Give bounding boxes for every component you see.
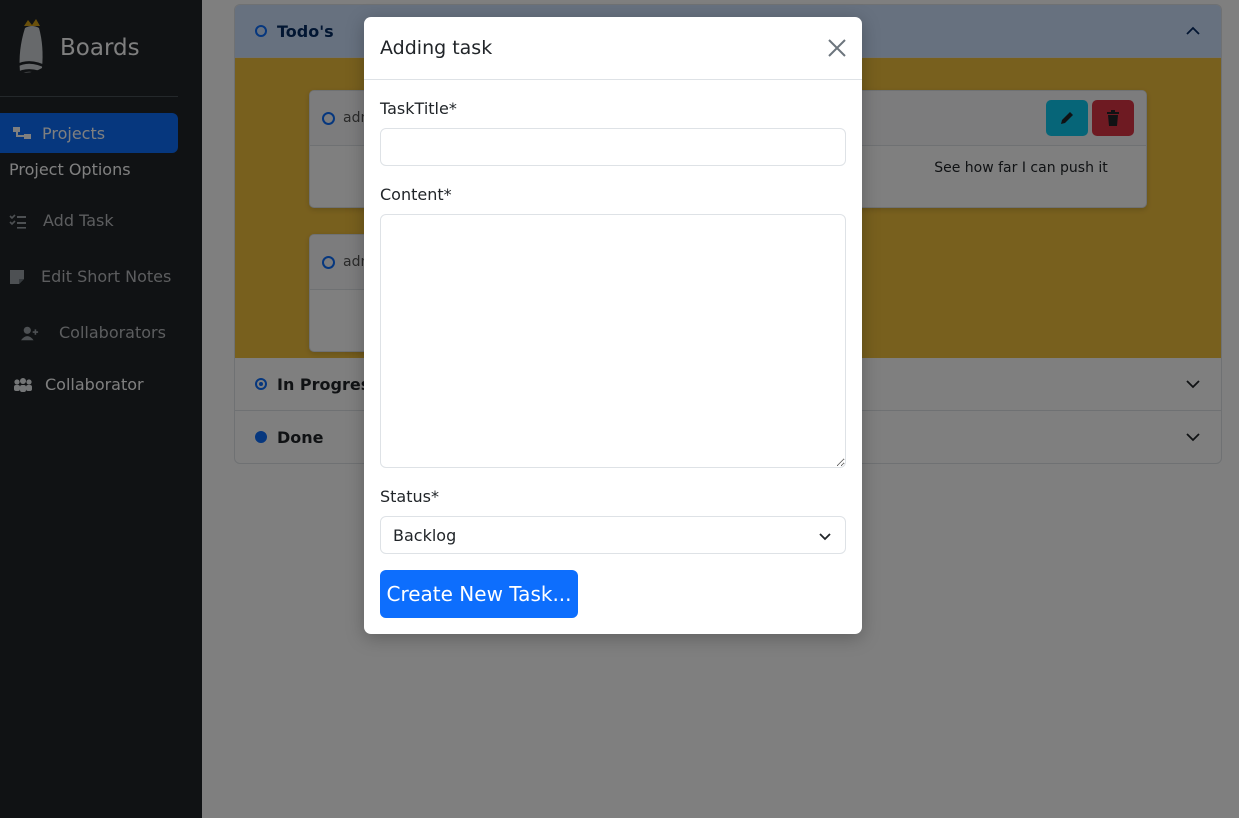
content-textarea[interactable] — [380, 214, 846, 468]
status-select[interactable]: Backlog — [380, 516, 846, 554]
task-title-input[interactable] — [380, 128, 846, 166]
status-selected-value: Backlog — [393, 525, 457, 545]
task-title-label: TaskTitle* — [380, 99, 457, 118]
add-task-modal: Adding task TaskTitle* Content* Status* … — [364, 17, 862, 634]
modal-title: Adding task — [380, 37, 493, 59]
status-label: Status* — [380, 487, 439, 506]
close-icon[interactable] — [828, 39, 846, 57]
create-task-button[interactable]: Create New Task... — [380, 570, 578, 618]
content-label: Content* — [380, 185, 452, 204]
modal-header: Adding task — [364, 17, 862, 80]
chevron-down-icon — [819, 533, 831, 541]
